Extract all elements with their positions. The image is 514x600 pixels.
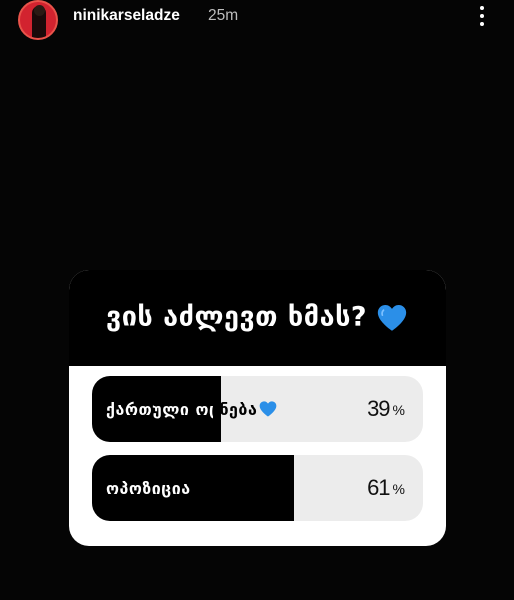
avatar-head: [34, 5, 45, 16]
poll-option-1[interactable]: ქართული ოცნება 39 %: [92, 376, 423, 442]
more-vertical-icon[interactable]: [472, 4, 492, 28]
poll-option-2-text: ოპოზიცია: [106, 478, 191, 498]
avatar[interactable]: [18, 0, 58, 40]
poll-option-2[interactable]: ოპოზიცია 61 %: [92, 455, 423, 521]
poll-option-1-percent-value: 39: [367, 396, 391, 421]
poll-option-2-percent-sign: %: [392, 481, 405, 497]
poll-option-1-text: ქართული ოცნება: [106, 399, 258, 419]
poll-option-1-percent-sign: %: [392, 402, 405, 418]
poll-question: ვის აძლევთ ხმას?: [69, 270, 446, 366]
poll-sticker: ვის აძლევთ ხმას? ქართული ოცნება 39 % ოპო…: [69, 270, 446, 546]
poll-option-2-percent-value: 61: [367, 475, 391, 500]
poll-question-label: ვის აძლევთ ხმას?: [105, 301, 368, 333]
post-time: 25m: [208, 7, 239, 24]
poll-option-1-label: ქართული ოცნება: [106, 376, 278, 442]
blue-heart-icon: [377, 304, 407, 331]
poll-option-1-percent: 39 %: [367, 376, 405, 442]
poll-option-2-label: ოპოზიცია: [106, 455, 191, 521]
story-header: ninikarseladze 25m: [0, 0, 514, 40]
blue-heart-icon: [259, 401, 277, 417]
poll-question-text: ვის აძლევთ ხმას?: [106, 301, 409, 335]
username[interactable]: ninikarseladze: [73, 7, 180, 25]
poll-option-2-percent: 61 %: [367, 455, 405, 521]
